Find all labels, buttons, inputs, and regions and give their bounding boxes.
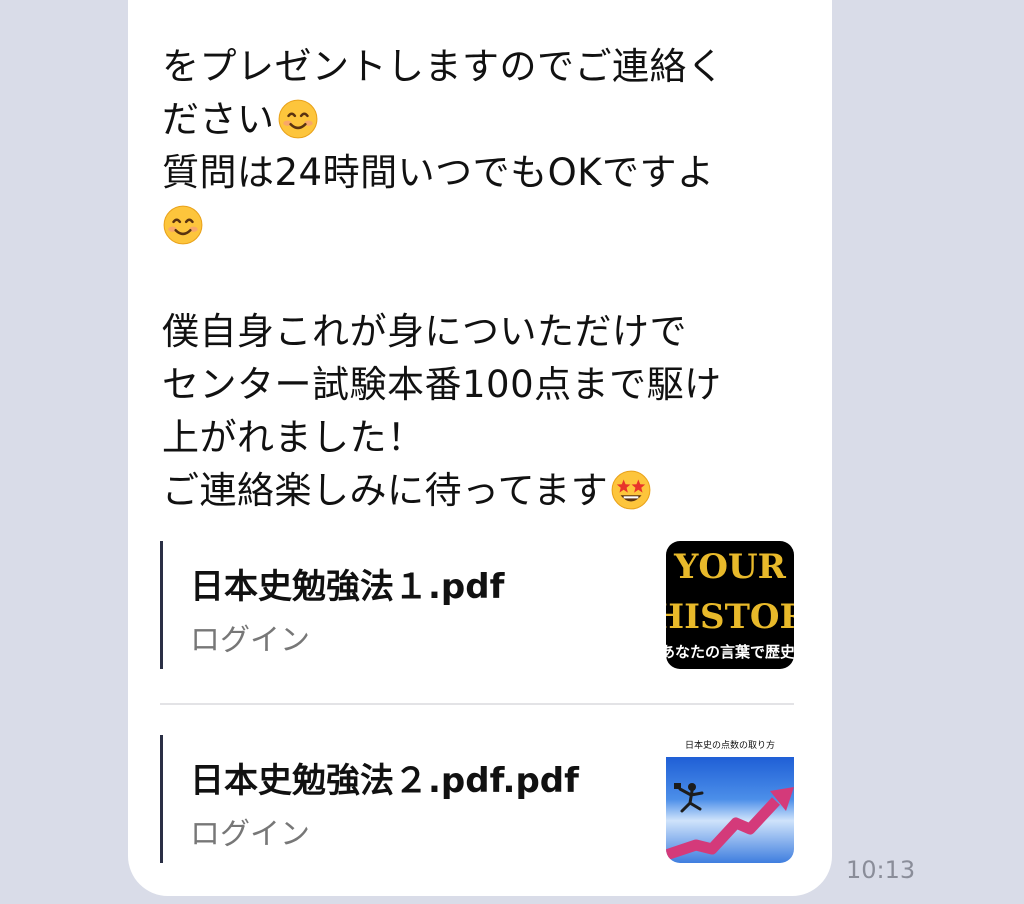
message-line: をプレゼントしますのでご連絡く — [162, 45, 725, 88]
rising-arrow-image — [666, 783, 794, 861]
star-struck-emoji — [611, 470, 651, 510]
pdf-thumbnail[interactable]: 日本史の点数の取り方 — [666, 735, 794, 863]
pdf-link-card-1[interactable]: 日本史勉強法１.pdf ログイン YOUR HISTORY あなたの言葉で歴史を… — [160, 541, 800, 669]
quote-bar — [160, 735, 163, 863]
message-line: 質問は24時間いつでもOKですよ — [162, 151, 715, 194]
message-text: をプレゼントしますのでご連絡く ださい 質問は24時間いつでもOKですよ 僕自身… — [162, 40, 802, 517]
smiling-face-emoji — [278, 99, 317, 139]
smiling-face-emoji — [163, 205, 203, 245]
quote-bar — [160, 541, 163, 669]
message-line: ご連絡楽しみに待ってます — [162, 464, 802, 517]
divider — [160, 703, 794, 705]
message-timestamp: 10:13 — [846, 856, 916, 884]
message-line: センター試験本番100点まで駆け — [162, 363, 722, 406]
pdf-title[interactable]: 日本史勉強法２.pdf.pdf — [190, 753, 579, 802]
thumbnail-caption: 日本史の点数の取り方 — [666, 735, 794, 757]
thumbnail-photo — [666, 757, 794, 863]
thumbnail-text: YOUR — [674, 547, 786, 587]
message-line — [162, 252, 802, 305]
pdf-link-card-2[interactable]: 日本史勉強法２.pdf.pdf ログイン 日本史の点数の取り方 — [160, 735, 800, 863]
pdf-subtitle: ログイン — [190, 623, 310, 658]
pdf-subtitle: ログイン — [190, 817, 310, 852]
message-line: ださい — [162, 93, 802, 146]
thumbnail-text: HISTORY — [666, 597, 794, 637]
pdf-title[interactable]: 日本史勉強法１.pdf — [190, 559, 504, 608]
message-line — [162, 199, 802, 252]
pdf-thumbnail[interactable]: YOUR HISTORY あなたの言葉で歴史を語 — [666, 541, 794, 669]
message-line-text: ご連絡楽しみに待ってます — [162, 469, 609, 512]
message-line-text: ださい — [162, 98, 275, 141]
message-line: 上がれました！ — [162, 416, 425, 459]
message-line: 僕自身これが身についただけで — [162, 310, 687, 353]
thumbnail-text: あなたの言葉で歴史を語 — [666, 643, 794, 661]
